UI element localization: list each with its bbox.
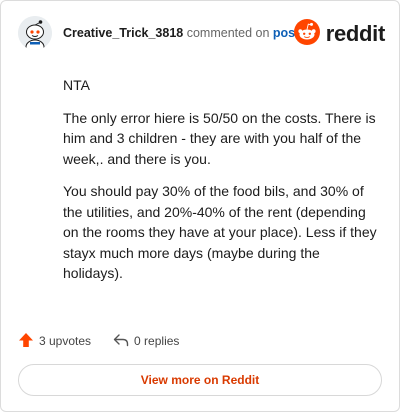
reply-arrow-icon <box>113 333 129 350</box>
author-line: Creative_Trick_3818 commented on post <box>63 26 299 40</box>
embedded-comment-card: Creative_Trick_3818 commented on post re… <box>0 0 400 412</box>
author-name[interactable]: Creative_Trick_3818 <box>63 26 183 40</box>
comment-paragraph: You should pay 30% of the food bils, and… <box>63 183 377 281</box>
comment-paragraph: The only error hiere is 50/50 on the cos… <box>63 109 376 167</box>
comment-paragraph: NTA <box>63 77 90 93</box>
upvotes-button[interactable]: 3 upvotes <box>18 332 91 351</box>
reddit-wordmark: reddit <box>325 21 386 46</box>
reddit-logo-icon <box>293 18 320 50</box>
replies-button[interactable]: 0 replies <box>113 333 179 350</box>
commented-on-text: commented on <box>186 26 270 40</box>
upvote-arrow-icon <box>18 332 34 351</box>
replies-count: 0 replies <box>134 334 180 348</box>
view-more-button[interactable]: View more on Reddit <box>18 364 382 396</box>
upvotes-count: 3 upvotes <box>39 334 92 348</box>
reddit-brand[interactable]: reddit <box>293 18 386 50</box>
comment-header: Creative_Trick_3818 commented on post re… <box>18 16 385 52</box>
comment-footer: 3 upvotes 0 replies <box>18 330 382 352</box>
comment-body: NTA The only error hiere is 50/50 on the… <box>63 75 381 296</box>
snoo-avatar-icon[interactable] <box>18 16 52 50</box>
